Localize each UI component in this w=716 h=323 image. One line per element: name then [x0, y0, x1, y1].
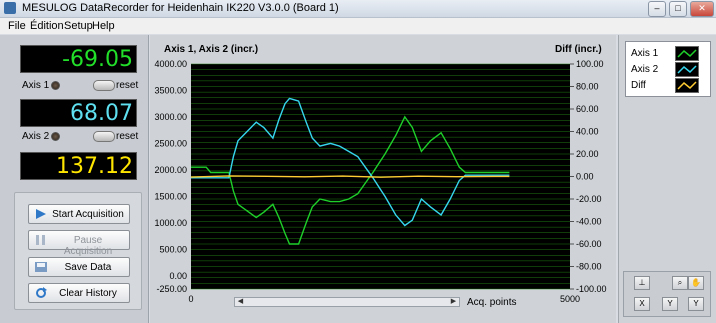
- axis1-readout: -69.05: [20, 45, 137, 73]
- axis1-led-indicator: [51, 81, 60, 90]
- left-axis-title: Axis 1, Axis 2 (incr.): [164, 44, 259, 55]
- legend-label-diff: Diff: [631, 80, 646, 91]
- x-scale-icon[interactable]: X: [634, 297, 650, 311]
- menu-help[interactable]: Help: [92, 20, 115, 32]
- refresh-icon: [34, 287, 48, 299]
- axis2-led-indicator: [51, 132, 60, 141]
- axis1-reset-toggle[interactable]: [93, 80, 115, 91]
- axis2-label: Axis 2: [22, 131, 50, 142]
- legend-swatch-axis2[interactable]: [675, 62, 699, 77]
- play-icon: [34, 208, 48, 220]
- start-acquisition-label: Start Acquisition: [52, 209, 124, 220]
- scroll-right-icon[interactable]: ▶: [449, 298, 458, 306]
- x-scrollbar[interactable]: ◀ ▶: [234, 297, 460, 307]
- menu-file[interactable]: File: [8, 20, 26, 32]
- window-title: MESULOG DataRecorder for Heidenhain IK22…: [22, 2, 339, 14]
- title-bar: MESULOG DataRecorder for Heidenhain IK22…: [0, 0, 716, 18]
- right-axis-title: Diff (incr.): [555, 44, 602, 55]
- cursor-tool-icon[interactable]: ⊥: [634, 276, 650, 290]
- app-icon: [4, 2, 16, 14]
- minimize-button[interactable]: –: [648, 1, 666, 17]
- menu-bar: File Édition Setup Help: [0, 18, 716, 34]
- scroll-left-icon[interactable]: ◀: [236, 298, 245, 306]
- clear-history-button[interactable]: Clear History: [28, 283, 130, 303]
- zoom-tool-icon[interactable]: ⌕: [672, 276, 688, 290]
- start-acquisition-button[interactable]: Start Acquisition: [28, 204, 130, 224]
- menu-edition[interactable]: Édition: [30, 20, 64, 32]
- left-panel: -69.05 Axis 1 reset 68.07 Axis 2 reset 1…: [0, 35, 149, 323]
- legend-label-axis1: Axis 1: [631, 48, 659, 59]
- maximize-button[interactable]: □: [669, 1, 687, 17]
- x-axis-label: Acq. points: [467, 297, 517, 308]
- axis1-reset-label: reset: [116, 80, 139, 91]
- pause-acquisition-label: Pause Acquisition: [63, 235, 113, 257]
- y-scale-icon[interactable]: Y: [662, 297, 678, 311]
- acquisition-controls: Start Acquisition Pause Acquisition Save…: [14, 192, 142, 310]
- clear-history-label: Clear History: [59, 288, 117, 299]
- y-scale-2-icon[interactable]: Y: [688, 297, 704, 311]
- pan-tool-icon[interactable]: ✋: [688, 276, 704, 290]
- pause-icon: [34, 234, 48, 246]
- save-icon: [34, 261, 48, 273]
- right-panel: Axis 1 Axis 2 Diff ⊥ ⌕ ✋ X Y Y: [618, 35, 716, 323]
- graph-panel: Axis 1, Axis 2 (incr.) Diff (incr.): [150, 35, 616, 323]
- save-data-button[interactable]: Save Data: [28, 257, 130, 277]
- save-data-label: Save Data: [64, 262, 112, 273]
- axis2-reset-toggle[interactable]: [93, 131, 115, 142]
- legend: Axis 1 Axis 2 Diff: [625, 41, 711, 97]
- diff-readout: 137.12: [20, 152, 137, 180]
- legend-swatch-diff[interactable]: [675, 78, 699, 93]
- close-button[interactable]: ✕: [690, 1, 714, 17]
- graph-tools: ⊥ ⌕ ✋ X Y Y: [623, 271, 711, 317]
- menu-setup[interactable]: Setup: [64, 20, 93, 32]
- legend-swatch-axis1[interactable]: [675, 46, 699, 61]
- legend-label-axis2: Axis 2: [631, 64, 659, 75]
- axis1-label: Axis 1: [22, 80, 50, 91]
- axis2-readout: 68.07: [20, 99, 137, 127]
- axis2-reset-label: reset: [116, 131, 139, 142]
- pause-acquisition-button[interactable]: Pause Acquisition: [28, 230, 130, 257]
